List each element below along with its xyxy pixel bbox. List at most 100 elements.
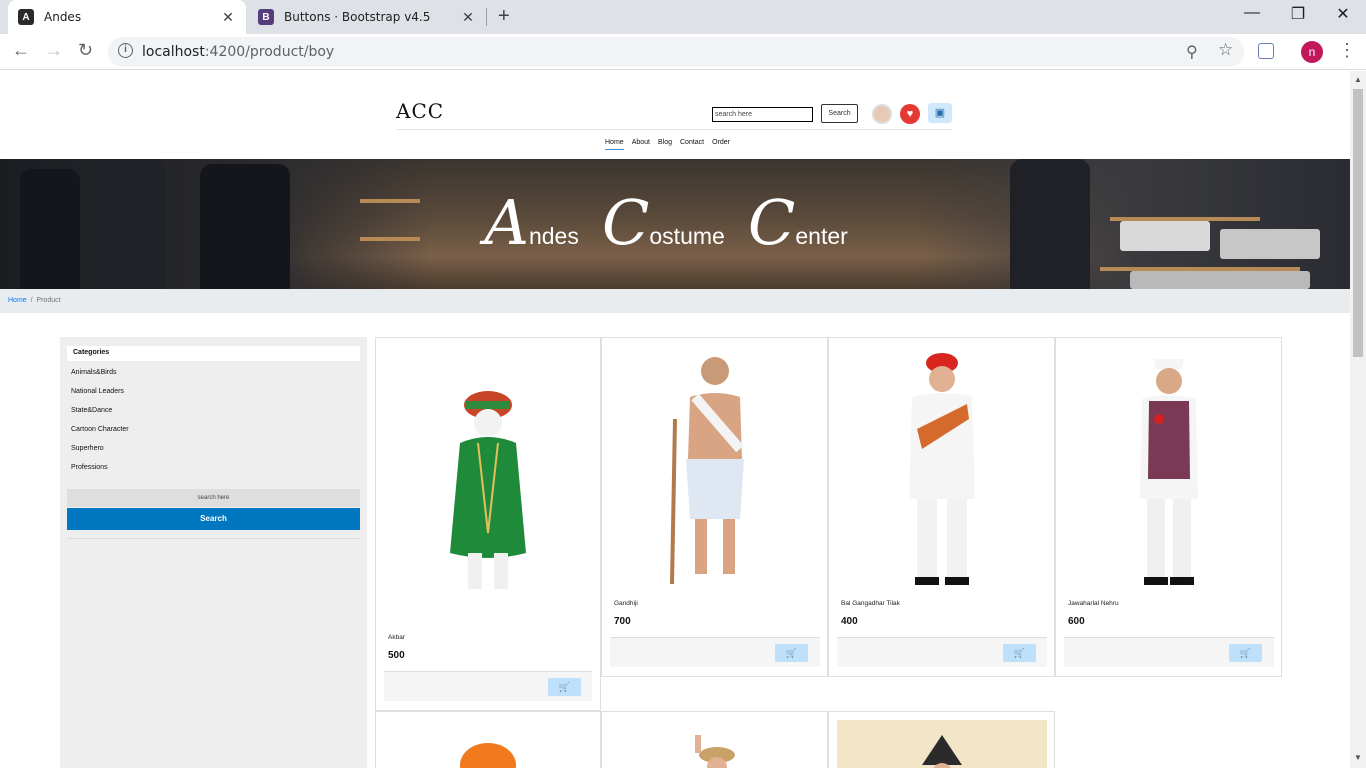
- bootstrap-icon: B: [258, 9, 274, 25]
- costume-turban-image: [460, 743, 516, 768]
- nav-home[interactable]: Home: [605, 139, 624, 150]
- shopping-bag-icon[interactable]: ▣: [928, 103, 952, 123]
- top-nav: Home About Blog Contact Order: [605, 139, 730, 150]
- product-name[interactable]: Jawaharlal Nehru: [1068, 600, 1119, 607]
- breadcrumb-home[interactable]: Home: [8, 297, 27, 304]
- tab-andes[interactable]: A Andes ✕: [8, 0, 246, 34]
- add-to-cart-button[interactable]: 🛒: [1003, 644, 1036, 662]
- product-image[interactable]: [1064, 346, 1274, 591]
- product-price: 600: [1068, 616, 1085, 627]
- product-name[interactable]: Akbar: [388, 634, 405, 641]
- tab-title: Andes: [44, 10, 82, 24]
- tab-bootstrap[interactable]: B Buttons · Bootstrap v4.5 ✕: [248, 0, 486, 34]
- product-image[interactable]: [837, 720, 1047, 768]
- categories-header: Categories: [67, 346, 360, 361]
- nav-about[interactable]: About: [632, 139, 650, 150]
- info-icon[interactable]: i: [118, 43, 133, 58]
- category-national-leaders[interactable]: National Leaders: [71, 388, 124, 395]
- product-name[interactable]: Bal Gangadhar Tilak: [841, 600, 900, 607]
- url-path: :4200/product/boy: [204, 44, 335, 60]
- browser-tabstrip: A Andes ✕ B Buttons · Bootstrap v4.5 ✕ +…: [0, 0, 1366, 34]
- nav-contact[interactable]: Contact: [680, 139, 704, 150]
- product-card: Bal Gangadhar Tilak 400 🛒: [828, 337, 1055, 677]
- product-price: 400: [841, 616, 858, 627]
- new-tab-icon[interactable]: +: [498, 5, 510, 28]
- forward-icon[interactable]: →: [45, 40, 63, 61]
- add-to-cart-button[interactable]: 🛒: [775, 644, 808, 662]
- hero-banner: Andes Costume Center: [0, 159, 1350, 289]
- bookmark-star-icon[interactable]: ☆: [1218, 40, 1233, 60]
- banner-initial: A: [484, 186, 529, 259]
- costume-akbar-image: [450, 391, 526, 589]
- sidebar-search-input[interactable]: search here: [67, 489, 360, 507]
- banner-initial: C: [747, 186, 796, 259]
- product-image[interactable]: [610, 346, 820, 591]
- product-card-footer: 🛒: [837, 637, 1047, 667]
- url-text[interactable]: localhost:4200/product/boy: [142, 44, 334, 60]
- product-image[interactable]: [384, 720, 592, 768]
- banner-word: ostume: [649, 223, 725, 249]
- close-icon[interactable]: ✕: [220, 9, 236, 26]
- category-animals-birds[interactable]: Animals&Birds: [71, 369, 117, 376]
- page-viewport: ACC search here Search ♥ ▣ Home About Bl…: [0, 71, 1350, 768]
- page-scrollbar[interactable]: ▲ ▼: [1350, 71, 1366, 768]
- window-close-icon[interactable]: ✕: [1320, 4, 1366, 24]
- minimize-icon[interactable]: —: [1229, 4, 1275, 22]
- product-card: [601, 711, 828, 768]
- add-to-cart-button[interactable]: 🛒: [1229, 644, 1262, 662]
- extension-icon[interactable]: [1258, 43, 1274, 59]
- banner-word: enter: [795, 223, 848, 249]
- costume-tilak-image: [909, 352, 975, 585]
- url-host: localhost: [142, 44, 205, 60]
- zoom-icon[interactable]: ⚲: [1186, 42, 1198, 62]
- category-superhero[interactable]: Superhero: [71, 445, 104, 452]
- category-professions[interactable]: Professions: [71, 464, 108, 471]
- nav-blog[interactable]: Blog: [658, 139, 672, 150]
- product-card-footer: 🛒: [1064, 637, 1274, 667]
- category-state-dance[interactable]: State&Dance: [71, 407, 112, 414]
- menu-kebab-icon[interactable]: ⋮: [1338, 40, 1356, 61]
- product-image[interactable]: [610, 720, 820, 768]
- product-image[interactable]: [384, 368, 592, 618]
- close-icon[interactable]: ✕: [460, 9, 476, 26]
- sidebar-search-button[interactable]: Search: [67, 508, 360, 530]
- tab-title: Buttons · Bootstrap v4.5: [284, 10, 431, 24]
- reload-icon[interactable]: ↻: [78, 40, 93, 61]
- breadcrumb-current: Product: [36, 297, 61, 304]
- angular-icon: A: [18, 9, 34, 25]
- heart-icon[interactable]: ♥: [900, 104, 920, 124]
- tab-divider: [486, 8, 487, 26]
- breadcrumb: Home / Product: [0, 289, 1350, 313]
- costume-gandhiji-image: [670, 356, 744, 584]
- site-logo[interactable]: ACC: [396, 99, 444, 123]
- scrollbar-thumb[interactable]: [1353, 89, 1363, 357]
- product-image[interactable]: [837, 346, 1047, 591]
- costume-nehru-image: [1140, 358, 1198, 585]
- back-icon[interactable]: ←: [12, 40, 30, 61]
- add-to-cart-button[interactable]: 🛒: [548, 678, 581, 696]
- profile-avatar[interactable]: n: [1301, 41, 1323, 63]
- header-divider: [396, 129, 952, 130]
- sidebar-divider: [67, 538, 360, 539]
- category-cartoon-character[interactable]: Cartoon Character: [71, 426, 129, 433]
- product-card: [375, 711, 601, 768]
- user-icon[interactable]: [872, 104, 892, 124]
- banner-word: ndes: [528, 223, 579, 249]
- category-sidebar: Categories Animals&Birds National Leader…: [60, 337, 367, 768]
- header-search-input[interactable]: search here: [712, 107, 813, 122]
- product-name[interactable]: Gandhiji: [614, 600, 638, 607]
- banner-initial: C: [601, 186, 650, 259]
- nav-order[interactable]: Order: [712, 139, 730, 150]
- scroll-up-arrow-icon[interactable]: ▲: [1354, 75, 1362, 84]
- restore-icon[interactable]: ❐: [1275, 4, 1321, 24]
- banner-clothes: [1130, 271, 1310, 289]
- product-price: 500: [388, 650, 405, 661]
- address-bar[interactable]: i localhost:4200/product/boy ⚲ ☆: [108, 37, 1244, 67]
- header-search-button[interactable]: Search: [821, 104, 858, 123]
- costume-cowboy-image: [695, 735, 735, 768]
- product-price: 700: [614, 616, 631, 627]
- product-card-footer: 🛒: [610, 637, 820, 667]
- scroll-down-arrow-icon[interactable]: ▼: [1354, 753, 1362, 762]
- banner-title: Andes Costume Center: [0, 192, 1350, 254]
- product-card: [828, 711, 1055, 768]
